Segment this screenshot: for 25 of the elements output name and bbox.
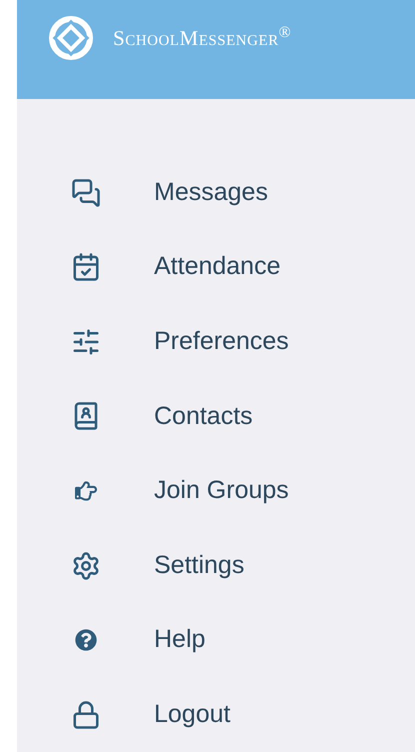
brand-name: SchoolMessenger$^{®}$ [113, 23, 292, 52]
menu-label: Attendance [154, 251, 280, 282]
menu-item[interactable]: Help [17, 602, 415, 678]
menu-label: Settings [154, 550, 244, 581]
menu-label: Join Groups [154, 475, 289, 506]
menu-item[interactable]: Join Groups [17, 454, 415, 528]
menu-label: Preferences [154, 326, 289, 357]
menu-item[interactable]: Attendance [17, 230, 415, 304]
menu-label: Help [154, 624, 206, 656]
menu-item[interactable]: Messages [17, 155, 415, 230]
menu-label: Contacts [154, 400, 253, 432]
sliders-icon [70, 326, 100, 357]
calendar-check-icon [70, 252, 100, 282]
menu-item[interactable]: Contacts [17, 379, 415, 454]
chat-bubbles-icon [70, 178, 100, 208]
help-icon [74, 629, 96, 652]
logo-icon [47, 14, 95, 62]
menu-item[interactable]: Settings [17, 528, 415, 603]
settings-icon [70, 550, 100, 581]
menu-label: Messages [154, 176, 268, 208]
menu-label: Logout [154, 698, 230, 730]
padlock-icon [70, 700, 100, 730]
menu-item[interactable]: Preferences [17, 304, 415, 380]
pointing-hand-icon [74, 480, 96, 502]
menu-item[interactable]: Logout [17, 677, 415, 752]
